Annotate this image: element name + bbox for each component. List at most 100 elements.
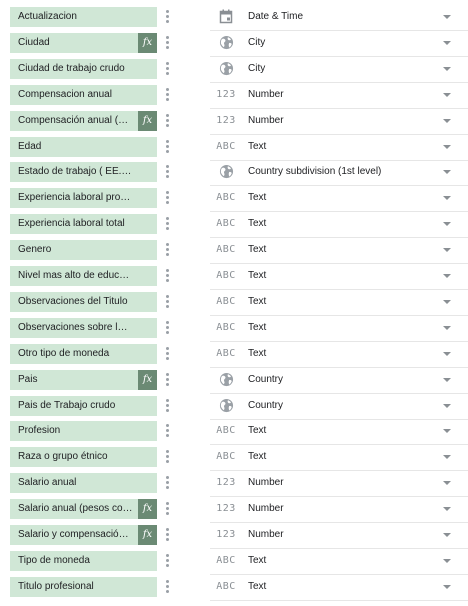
- field-row: Profesion ABC Text: [0, 418, 468, 446]
- field-name-chip[interactable]: Salario anual: [10, 473, 157, 494]
- more-options-icon[interactable]: [162, 319, 172, 337]
- field-name-chip[interactable]: Experiencia laboral profes...: [10, 188, 157, 209]
- chevron-down-icon[interactable]: [440, 116, 454, 126]
- chevron-down-icon[interactable]: [440, 452, 454, 462]
- chevron-down-icon[interactable]: [440, 556, 454, 566]
- chevron-down-icon[interactable]: [440, 349, 454, 359]
- field-name-label: Pais: [18, 373, 38, 385]
- chevron-down-icon[interactable]: [440, 219, 454, 229]
- field-name-chip[interactable]: Genero: [10, 240, 157, 261]
- field-name-chip[interactable]: Nivel mas alto de educaci...: [10, 266, 157, 286]
- more-options-icon[interactable]: [162, 345, 172, 363]
- text-icon: ABC: [216, 295, 236, 307]
- more-options-icon[interactable]: [162, 293, 172, 311]
- more-options-icon[interactable]: [162, 112, 172, 130]
- field-name-label: Ciudad de trabajo crudo: [18, 62, 125, 74]
- more-options-icon[interactable]: [162, 189, 172, 207]
- chevron-down-icon[interactable]: [440, 142, 454, 152]
- number-icon: 123: [216, 529, 236, 540]
- chevron-down-icon[interactable]: [440, 323, 454, 333]
- field-name-chip[interactable]: Experiencia laboral total: [10, 214, 157, 235]
- more-options-icon[interactable]: [162, 500, 172, 518]
- more-options-icon[interactable]: [162, 552, 172, 570]
- field-name-chip[interactable]: Pais fx: [10, 369, 157, 390]
- chevron-down-icon[interactable]: [440, 504, 454, 514]
- field-name-chip[interactable]: Otro tipo de moneda: [10, 343, 157, 364]
- field-row: Salario anual (pesos colo... fx 123 Numb…: [0, 496, 468, 524]
- field-type-label: Number: [248, 477, 284, 489]
- chevron-down-icon[interactable]: [440, 271, 454, 281]
- field-name-chip[interactable]: Compensación anual (pe... fx: [10, 110, 157, 131]
- field-name-chip[interactable]: Actualizacion: [10, 7, 157, 27]
- more-options-icon[interactable]: [162, 474, 172, 492]
- globe-icon: [214, 163, 238, 181]
- text-icon: ABC: [216, 425, 236, 437]
- chevron-down-icon[interactable]: [440, 401, 454, 411]
- more-options-icon[interactable]: [162, 371, 172, 389]
- field-name-chip[interactable]: Ciudad fx: [10, 32, 157, 53]
- chevron-down-icon[interactable]: [440, 12, 454, 22]
- chevron-down-icon[interactable]: [440, 90, 454, 100]
- more-options-icon[interactable]: [162, 526, 172, 544]
- chevron-down-icon[interactable]: [440, 582, 454, 592]
- field-type-label: Date & Time: [248, 11, 304, 22]
- field-name-label: Genero: [18, 244, 52, 256]
- fx-calculated-badge[interactable]: fx: [138, 32, 157, 53]
- text-icon: ABC: [216, 580, 236, 592]
- field-row: Pais de Trabajo crudo Country: [0, 393, 468, 420]
- more-options-icon[interactable]: [162, 138, 172, 156]
- more-options-icon[interactable]: [162, 267, 172, 285]
- field-name-chip[interactable]: Profesion: [10, 421, 157, 442]
- chevron-down-icon[interactable]: [440, 478, 454, 488]
- field-name-chip[interactable]: Edad: [10, 136, 157, 157]
- field-row: Ciudad de trabajo crudo City: [0, 56, 468, 83]
- more-options-icon[interactable]: [162, 163, 172, 181]
- fx-calculated-badge[interactable]: fx: [138, 110, 157, 131]
- more-options-icon[interactable]: [162, 422, 172, 440]
- more-options-icon[interactable]: [162, 241, 172, 259]
- field-row: Actualizacion Date & Time: [0, 4, 468, 31]
- chevron-down-icon[interactable]: [440, 426, 454, 436]
- more-options-icon[interactable]: [162, 397, 172, 415]
- fx-calculated-badge[interactable]: fx: [138, 499, 157, 520]
- more-options-icon[interactable]: [162, 60, 172, 78]
- field-name-chip[interactable]: Estado de trabajo ( EE. U...: [10, 162, 157, 183]
- more-options-icon[interactable]: [162, 215, 172, 233]
- more-options-icon[interactable]: [162, 8, 172, 26]
- field-row: Observaciones del Titulo ABC Text: [0, 289, 468, 316]
- field-name-chip[interactable]: Raza o grupo étnico: [10, 447, 157, 468]
- field-name-chip[interactable]: Observaciones del Titulo: [10, 291, 157, 312]
- field-row: Compensacion anual 123 Number: [0, 82, 468, 109]
- chevron-down-icon[interactable]: [440, 38, 454, 48]
- chevron-down-icon[interactable]: [440, 193, 454, 203]
- more-options-icon[interactable]: [162, 34, 172, 52]
- chevron-down-icon[interactable]: [440, 245, 454, 255]
- field-name-chip[interactable]: Compensacion anual: [10, 84, 157, 105]
- chevron-down-icon[interactable]: [440, 530, 454, 540]
- field-name-chip[interactable]: Pais de Trabajo crudo: [10, 395, 157, 416]
- field-type-label: Number: [248, 88, 284, 100]
- field-name-chip[interactable]: Tipo de moneda: [10, 550, 157, 571]
- number-icon: 123: [216, 88, 236, 100]
- more-options-icon[interactable]: [162, 86, 172, 104]
- field-name-label: Raza o grupo étnico: [18, 451, 108, 463]
- field-row: Experiencia laboral profes... ABC Text: [0, 185, 468, 213]
- chevron-down-icon[interactable]: [440, 297, 454, 307]
- field-name-chip[interactable]: Salario anual (pesos colo... fx: [10, 499, 157, 520]
- field-name-label: Profesion: [18, 425, 61, 437]
- field-name-label: Compensacion anual: [18, 88, 112, 100]
- field-name-chip[interactable]: Salario y compensación a... fx: [10, 525, 157, 545]
- more-options-icon[interactable]: [162, 448, 172, 466]
- more-options-icon[interactable]: [162, 578, 172, 596]
- field-name-chip[interactable]: Titulo profesional: [10, 576, 157, 597]
- chevron-down-icon[interactable]: [440, 375, 454, 385]
- chevron-down-icon[interactable]: [440, 167, 454, 177]
- chevron-down-icon[interactable]: [440, 64, 454, 74]
- field-type-label: Text: [248, 244, 267, 256]
- field-name-chip[interactable]: Ciudad de trabajo crudo: [10, 58, 157, 79]
- fx-calculated-badge[interactable]: fx: [138, 525, 157, 545]
- field-name-chip[interactable]: Observaciones sobre los i...: [10, 317, 157, 338]
- field-row: Nivel mas alto de educaci... ABC Text: [0, 263, 468, 290]
- fx-calculated-badge[interactable]: fx: [138, 369, 157, 390]
- text-icon: ABC: [216, 347, 236, 359]
